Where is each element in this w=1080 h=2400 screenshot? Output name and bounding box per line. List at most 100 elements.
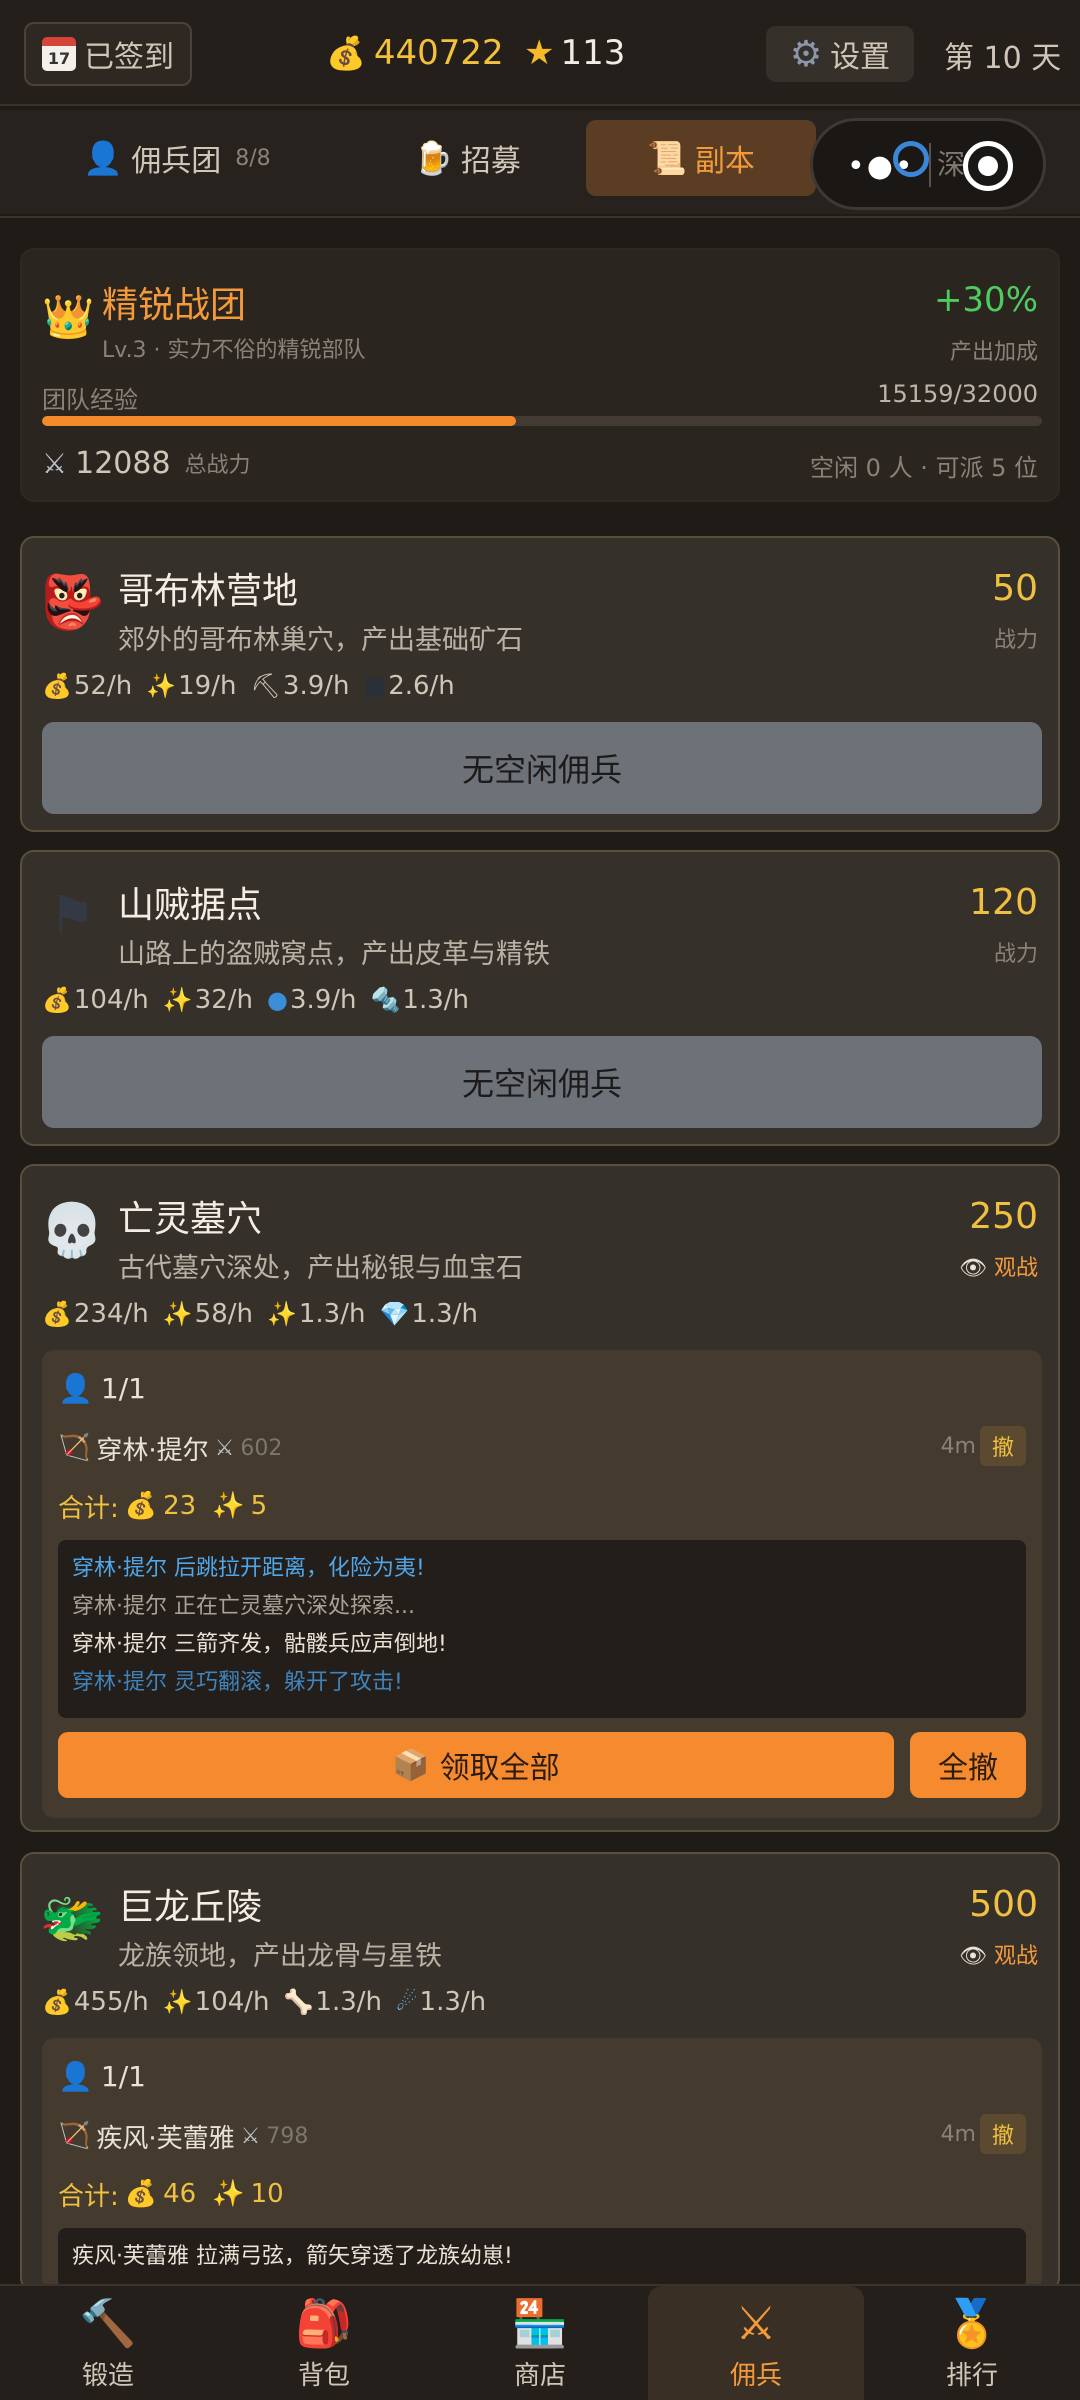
- coin-bag-icon: 💰: [326, 34, 366, 72]
- gear-icon: ⚙: [789, 33, 823, 75]
- dungeon-card-goblin: 👺 哥布林营地 郊外的哥布林巢穴，产出基础矿石 50 战力 💰 52/h ✨ 19/…: [20, 536, 1060, 832]
- dungeon-desc: 古代墓穴深处，产出秘银与血宝石: [118, 1253, 523, 1284]
- sparkle-icon: ✨: [212, 1491, 245, 1521]
- tab-label: 副本: [694, 144, 755, 179]
- watch-battle-button[interactable]: 👁 观战: [959, 1250, 1038, 1282]
- mercenary-icon: 👤: [58, 2059, 93, 2093]
- squad-panel: 👤 1/1 🏹 疾风·芙蕾雅 ⚔ 798 4m 撤 合计: 💰 46 ✨ 10 …: [42, 2038, 1042, 2290]
- coin-bag-icon: 💰: [124, 1491, 158, 1521]
- dragon-icon: 🐲: [39, 1888, 105, 1949]
- bow-icon: 🏹: [58, 1433, 91, 1463]
- yield-gem: 💎 1.3/h: [379, 1299, 477, 1329]
- tab-label: 佣兵团: [131, 144, 222, 179]
- total-sparkle: 10: [250, 2179, 284, 2209]
- capsule-divider: [929, 143, 931, 187]
- withdraw-all-button[interactable]: 全撤: [910, 1732, 1026, 1798]
- yield-iron: 🔩 1.3/h: [371, 985, 469, 1015]
- tab-count: 8/8: [235, 145, 271, 171]
- log-line: 穿林·提尔 后跳拉开距离，化险为夷!: [72, 1556, 425, 1581]
- nav-shop[interactable]: 🏪 商店: [432, 2286, 648, 2400]
- nav-label: 排行: [945, 2360, 998, 2391]
- bone-icon: 🦴: [283, 1988, 314, 2016]
- tab-dungeon[interactable]: 📜 副本: [586, 120, 816, 196]
- dungeon-yields: 💰 455/h ✨ 104/h 🦴 1.3/h ☄ 1.3/h: [42, 1982, 486, 2022]
- hammer-icon: 🔨: [79, 2295, 137, 2350]
- dungeon-name: 哥布林营地: [118, 571, 299, 612]
- log-line: 穿林·提尔 灵巧翻滚，躲开了攻击!: [72, 1670, 403, 1695]
- watch-label: 观战: [993, 1944, 1038, 1969]
- coin-bag-icon: 💰: [42, 1988, 72, 2016]
- yield-value: 455/h: [73, 1987, 149, 2017]
- squad-count-value: 1/1: [100, 2059, 146, 2093]
- sparkle-icon: ✨: [162, 1988, 193, 2016]
- package-icon: 📦: [392, 1747, 430, 1783]
- dungeon-card-undead-tomb: 💀 亡灵墓穴 古代墓穴深处，产出秘银与血宝石 250 👁 观战 💰 234/h ✨…: [20, 1164, 1060, 1832]
- yield-value: 104/h: [194, 1987, 270, 2017]
- crossed-swords-icon: ⚔: [42, 446, 68, 480]
- swirl-icon: [893, 141, 929, 177]
- iron-bolt-icon: 🔩: [370, 986, 401, 1014]
- log-line: 穿林·提尔 正在亡灵墓穴深处探索...: [72, 1594, 415, 1619]
- scroll-icon: 📜: [647, 139, 687, 177]
- mercenary-name: 疾风·芙蕾雅: [96, 2123, 235, 2154]
- dungeon-yields: 💰 104/h ✨ 32/h ● 3.9/h 🔩 1.3/h: [42, 980, 469, 1020]
- skull-icon: 💀: [39, 1200, 105, 1261]
- checkin-button[interactable]: 17 已签到: [24, 22, 192, 86]
- watch-battle-button[interactable]: 👁 观战: [959, 1938, 1038, 1970]
- divider: [0, 216, 1080, 218]
- mercenary-time: 4m: [940, 2122, 976, 2147]
- coin-counter: 💰 440722: [326, 28, 504, 78]
- bow-icon: 🏹: [58, 2121, 91, 2151]
- tab-mercenaries[interactable]: 👤 佣兵团 8/8: [72, 120, 282, 196]
- team-bonus: +30%: [933, 280, 1038, 320]
- yield-value: 104/h: [73, 985, 149, 1015]
- exp-label: 团队经验: [42, 386, 138, 414]
- nav-mercenaries[interactable]: ⚔ 佣兵: [648, 2286, 864, 2400]
- beer-icon: 🍺: [413, 139, 453, 177]
- tab-recruit[interactable]: 🍺 招募: [392, 120, 542, 196]
- no-idle-mercenary-button[interactable]: 无空闲佣兵: [42, 1036, 1042, 1128]
- team-name: 精锐战团: [102, 285, 247, 326]
- yield-value: 1.3/h: [419, 1987, 487, 2017]
- close-target-icon[interactable]: [963, 141, 1013, 191]
- dungeon-power: 120: [969, 882, 1038, 923]
- total-coins: 23: [163, 1491, 197, 1521]
- star-value: 113: [560, 33, 626, 73]
- yield-value: 52/h: [73, 671, 133, 701]
- total-reward: 合计: 💰 23 ✨ 5: [58, 1486, 267, 1526]
- squad-count: 👤 1/1: [58, 2056, 146, 2096]
- mercenary-power: 602: [240, 1435, 283, 1461]
- yield-coins: 💰 52/h: [42, 671, 132, 701]
- nav-backpack[interactable]: 🎒 背包: [216, 2286, 432, 2400]
- nav-forge[interactable]: 🔨 锻造: [0, 2286, 216, 2400]
- withdraw-mercenary-button[interactable]: 撤: [980, 2114, 1026, 2154]
- yield-sparkle: ✨ 104/h: [163, 1987, 270, 2017]
- yield-sparkle: ✨ 19/h: [146, 671, 236, 701]
- dungeon-name: 山贼据点: [118, 885, 263, 926]
- tab-abyss-label[interactable]: 深: [937, 143, 965, 183]
- nav-ranking[interactable]: 🏅 排行: [864, 2286, 1080, 2400]
- withdraw-mercenary-button[interactable]: 撤: [980, 1426, 1026, 1466]
- dungeon-desc: 山路上的盗贼窝点，产出皮革与精铁: [118, 939, 550, 970]
- settings-button[interactable]: ⚙ 设置: [766, 26, 914, 82]
- yield-coins: 💰 234/h: [42, 1299, 149, 1329]
- exp-progress-fill: [42, 416, 516, 426]
- yield-value: 1.3/h: [315, 1987, 383, 2017]
- mercenary-time: 4m: [940, 1434, 976, 1459]
- team-bonus-label: 产出加成: [949, 340, 1038, 365]
- miniprogram-capsule[interactable]: •●• 深: [810, 118, 1046, 210]
- idle-info: 空闲 0 人 · 可派 5 位: [810, 454, 1038, 482]
- day-label: 第 10 天: [944, 41, 1062, 76]
- crossed-swords-icon: ⚔: [214, 1435, 235, 1461]
- no-idle-mercenary-button[interactable]: 无空闲佣兵: [42, 722, 1042, 814]
- squad-count-value: 1/1: [100, 1371, 146, 1405]
- yield-sparkle: ✨ 32/h: [163, 985, 253, 1015]
- mercenary-icon: 👤: [83, 139, 124, 177]
- claim-all-button[interactable]: 📦 领取全部: [58, 1732, 894, 1798]
- coin-bag-icon: 💰: [124, 2179, 158, 2209]
- eye-icon: 👁: [959, 1944, 987, 1969]
- dungeon-power: 50: [992, 568, 1038, 609]
- crossed-swords-icon: ⚔: [240, 2123, 261, 2149]
- yield-bone: 🦴 1.3/h: [284, 1987, 382, 2017]
- squad-count: 👤 1/1: [58, 1368, 146, 1408]
